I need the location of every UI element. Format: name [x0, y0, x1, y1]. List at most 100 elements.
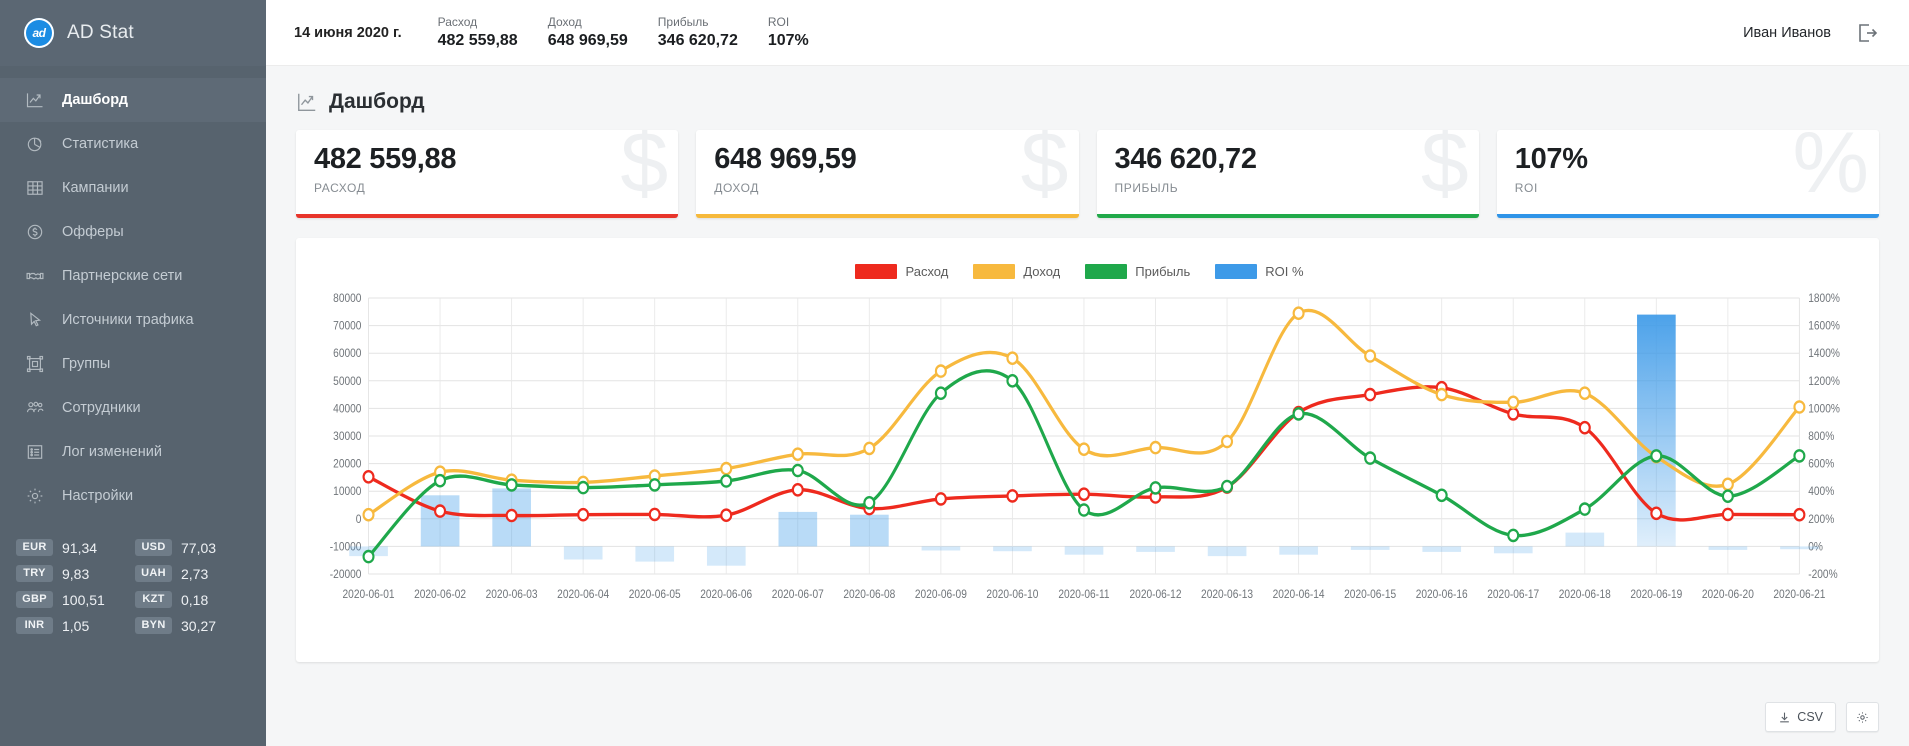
svg-text:20000: 20000 — [333, 458, 361, 471]
svg-text:2020-06-08: 2020-06-08 — [843, 588, 895, 601]
svg-text:1000%: 1000% — [1808, 403, 1840, 416]
topbar-stat: Доход 648 969,59 — [548, 15, 628, 50]
logout-icon[interactable] — [1855, 21, 1879, 45]
legend-item[interactable]: Доход — [973, 264, 1060, 279]
svg-text:2020-06-05: 2020-06-05 — [629, 588, 681, 601]
table-icon — [24, 178, 45, 199]
currency-value: 30,27 — [181, 617, 217, 634]
sidebar-item-label: Дашборд — [62, 92, 128, 108]
currency-code: GBP — [16, 591, 53, 608]
legend-item[interactable]: Прибыль — [1085, 264, 1190, 279]
svg-text:2020-06-21: 2020-06-21 — [1773, 588, 1825, 601]
user-name: Иван Иванов — [1743, 24, 1831, 41]
kpi-card: $482 559,88 РАСХОД — [296, 130, 679, 218]
chart-card: Расход Доход Прибыль ROI % -20000 -10000 0 100… — [296, 238, 1879, 662]
topbar-stat: ROI 107% — [768, 15, 809, 50]
brand[interactable]: ad AD Stat — [0, 0, 266, 66]
sidebar-item-8[interactable]: Сотрудники — [0, 386, 266, 430]
sidebar-item-label: Партнерские сети — [62, 268, 183, 284]
sidebar-item-label: Статистика — [62, 136, 139, 152]
svg-text:80000: 80000 — [333, 292, 361, 305]
handshake-icon — [24, 266, 45, 287]
svg-text:50000: 50000 — [333, 375, 361, 388]
topbar-stat-value: 107% — [767, 32, 809, 49]
svg-text:2020-06-19: 2020-06-19 — [1630, 588, 1682, 601]
sidebar-item-label: Источники трафика — [62, 312, 194, 328]
currency-value: 1,05 — [62, 617, 90, 634]
gear-icon — [1856, 711, 1869, 724]
topbar-stat-value: 482 559,88 — [437, 32, 518, 49]
sidebar-item-5[interactable]: Партнерские сети — [0, 254, 266, 298]
topbar-date: 14 июня 2020 г. — [294, 24, 402, 41]
chart-settings-button[interactable] — [1846, 702, 1879, 732]
svg-text:600%: 600% — [1808, 458, 1834, 471]
kpi-card: $648 969,59 ДОХОД — [696, 130, 1079, 218]
legend-swatch — [855, 264, 898, 279]
page-header: Дашборд — [266, 66, 1909, 130]
currency-code: TRY — [16, 565, 53, 582]
currency-code: KZT — [135, 591, 172, 608]
sidebar-item-label: Офферы — [62, 224, 124, 240]
sidebar-item-4[interactable]: Офферы — [0, 210, 266, 254]
svg-text:2020-06-02: 2020-06-02 — [414, 588, 466, 601]
sidebar-item-3[interactable]: Кампании — [0, 166, 266, 210]
svg-text:2020-06-06: 2020-06-06 — [700, 588, 752, 601]
svg-text:2020-06-16: 2020-06-16 — [1416, 588, 1468, 601]
topbar-stat-label: Доход — [547, 15, 582, 29]
svg-text:60000: 60000 — [333, 348, 361, 361]
svg-text:1600%: 1600% — [1808, 320, 1840, 333]
group-box-icon — [24, 354, 45, 375]
currency-value: 91,34 — [62, 539, 98, 556]
currency-code: INR — [16, 617, 53, 634]
currency-code: USD — [135, 539, 172, 556]
svg-text:2020-06-03: 2020-06-03 — [486, 588, 538, 601]
svg-text:10000: 10000 — [333, 486, 361, 499]
svg-text:2020-06-07: 2020-06-07 — [772, 588, 824, 601]
legend-label: ROI % — [1265, 264, 1304, 279]
sidebar: ad AD Stat Дашборд Статистика Кампании Оффе… — [0, 0, 266, 746]
main-area: 14 июня 2020 г. Расход 482 559,88 Доход 648… — [266, 0, 1909, 746]
csv-export-button[interactable]: CSV — [1765, 702, 1836, 732]
topbar-stats: Расход 482 559,88 Доход 648 969,59 Прибыль 34… — [438, 15, 809, 50]
svg-text:2020-06-01: 2020-06-01 — [343, 588, 395, 601]
sidebar-item-10[interactable]: Настройки — [0, 474, 266, 518]
svg-text:2020-06-15: 2020-06-15 — [1344, 588, 1396, 601]
sidebar-nav: Дашборд Статистика Кампании Офферы Партнерск… — [0, 78, 266, 518]
sidebar-item-9[interactable]: Лог изменений — [0, 430, 266, 474]
sidebar-item-label: Лог изменений — [62, 444, 162, 460]
svg-text:1400%: 1400% — [1808, 348, 1840, 361]
topbar: 14 июня 2020 г. Расход 482 559,88 Доход 648… — [266, 0, 1909, 66]
svg-text:-200%: -200% — [1808, 568, 1838, 581]
legend-swatch — [1085, 264, 1128, 279]
currency-code: UAH — [135, 565, 172, 582]
sidebar-item-2[interactable]: Статистика — [0, 122, 266, 166]
svg-text:2020-06-14: 2020-06-14 — [1273, 588, 1325, 601]
svg-text:2020-06-13: 2020-06-13 — [1201, 588, 1253, 601]
legend-swatch — [1215, 264, 1258, 279]
svg-text:2020-06-18: 2020-06-18 — [1559, 588, 1611, 601]
svg-text:2020-06-20: 2020-06-20 — [1702, 588, 1754, 601]
download-icon — [1778, 711, 1791, 724]
csv-export-label: CSV — [1797, 710, 1823, 724]
list-icon — [24, 442, 45, 463]
legend-item[interactable]: ROI % — [1215, 264, 1304, 279]
kpi-card: $346 620,72 ПРИБЫЛЬ — [1096, 130, 1479, 218]
svg-text:2020-06-09: 2020-06-09 — [915, 588, 967, 601]
legend-item[interactable]: Расход — [855, 264, 948, 279]
kpi-label: ДОХОД — [714, 181, 759, 196]
currency-rate: KZT 0,18 — [135, 591, 250, 608]
currency-value: 2,73 — [181, 565, 209, 582]
svg-text:0: 0 — [356, 513, 362, 526]
sidebar-item-7[interactable]: Группы — [0, 342, 266, 386]
topbar-stat-label: Прибыль — [657, 15, 709, 29]
topbar-stat: Расход 482 559,88 — [438, 15, 518, 50]
chart-plot: -20000 -10000 0 10000 20000 30000 40000 50000 60… — [296, 290, 1879, 662]
sidebar-item-label: Кампании — [62, 180, 129, 196]
footer-buttons: CSV — [1765, 702, 1879, 732]
dollar-circle-icon — [24, 222, 45, 243]
sidebar-item-6[interactable]: Источники трафика — [0, 298, 266, 342]
topbar-stat-label: Расход — [437, 15, 478, 29]
gear-icon — [24, 486, 45, 507]
currency-rate: TRY 9,83 — [16, 565, 131, 582]
sidebar-item-1[interactable]: Дашборд — [0, 78, 266, 122]
